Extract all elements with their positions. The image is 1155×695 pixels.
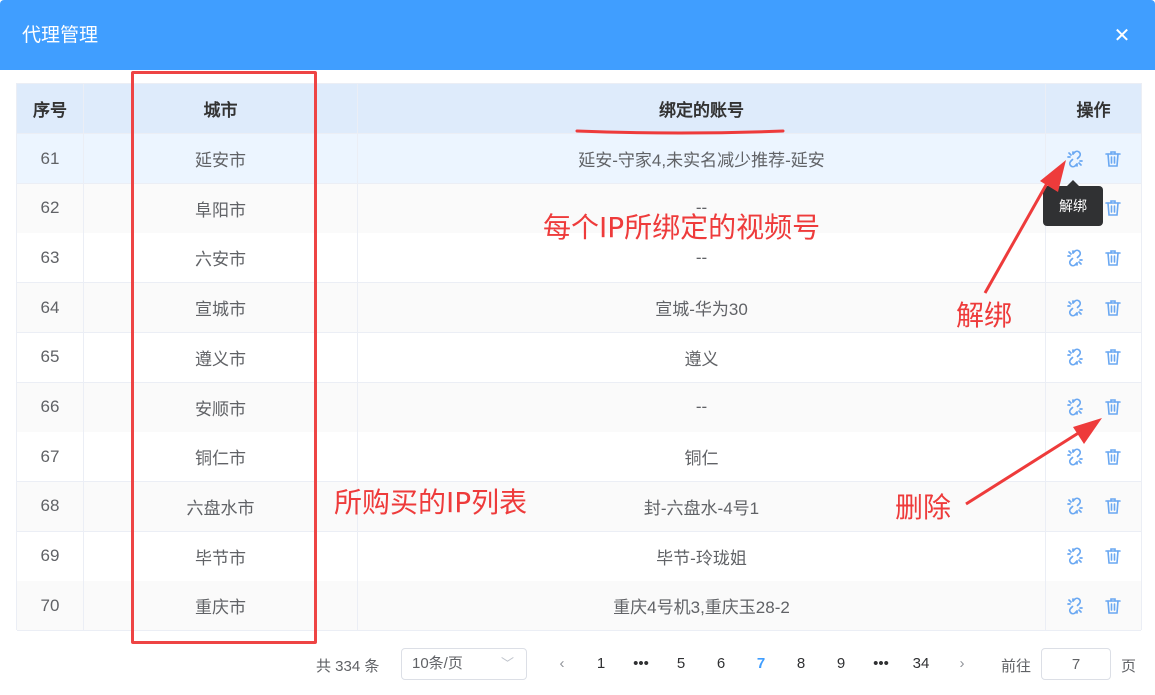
close-icon[interactable]: ✕ — [1110, 24, 1134, 48]
annotation-delete: 删除 — [895, 491, 952, 524]
cell-actions — [1045, 481, 1141, 531]
cell-bound-account: -- — [357, 382, 1045, 432]
page-unit-label: 页 — [1121, 658, 1137, 675]
trash-icon[interactable] — [1103, 248, 1123, 268]
cell-actions — [1045, 531, 1141, 581]
unlink-icon[interactable] — [1065, 298, 1085, 318]
page-number-button[interactable]: 9 — [826, 648, 856, 680]
next-page-button[interactable]: › — [947, 648, 977, 680]
cell-actions — [1045, 432, 1141, 482]
header-index: 序号 — [33, 101, 67, 120]
cell-bound-account: 毕节-玲珑姐 — [357, 531, 1045, 581]
trash-icon[interactable] — [1103, 347, 1123, 367]
page-number-button[interactable]: 34 — [906, 648, 936, 680]
page-size-value: 10条/页 — [412, 655, 463, 672]
goto-page-input[interactable] — [1041, 648, 1111, 680]
cell-index: 63 — [40, 247, 60, 267]
unlink-icon[interactable] — [1065, 496, 1085, 516]
cell-index: 67 — [40, 446, 60, 466]
annotation-bound-account: 每个IP所绑定的视频号 — [543, 211, 821, 244]
trash-icon[interactable] — [1103, 198, 1123, 218]
dialog-title: 代理管理 — [22, 25, 99, 46]
page-number-button[interactable]: 5 — [666, 648, 696, 680]
cell-index: 61 — [40, 148, 60, 168]
page-number-button[interactable]: 8 — [786, 648, 816, 680]
trash-icon[interactable] — [1103, 447, 1123, 467]
pagination: 共 334 条 10条/页 ﹀ ‹ 1 ••• 56789 ••• 34 › 前往 页 — [0, 640, 1155, 690]
cell-bound-account: 遵义 — [357, 332, 1045, 382]
page-number-button[interactable]: 1 — [586, 648, 616, 680]
unbind-tooltip: 解绑 — [1043, 180, 1103, 226]
cell-actions — [1045, 382, 1141, 432]
trash-icon[interactable] — [1103, 496, 1123, 516]
annotation-ip-list: 所购买的IP列表 — [334, 486, 528, 519]
prev-page-button[interactable]: ‹ — [547, 648, 577, 680]
unlink-icon[interactable] — [1065, 397, 1085, 417]
trash-icon[interactable] — [1103, 149, 1123, 169]
cell-bound-account: 重庆4号机3,重庆玉28-2 — [357, 581, 1045, 631]
cell-index: 69 — [40, 546, 60, 566]
page-number-button[interactable]: 7 — [746, 648, 776, 680]
chevron-down-icon: ﹀ — [500, 656, 514, 671]
trash-icon[interactable] — [1103, 298, 1123, 318]
unlink-icon[interactable] — [1065, 447, 1085, 467]
trash-icon[interactable] — [1103, 596, 1123, 616]
page-size-select[interactable]: 10条/页 ﹀ — [401, 648, 527, 680]
unlink-icon[interactable] — [1065, 546, 1085, 566]
trash-icon[interactable] — [1103, 546, 1123, 566]
unlink-icon[interactable] — [1065, 248, 1085, 268]
goto-label: 前往 — [1001, 658, 1032, 675]
unlink-icon[interactable] — [1065, 347, 1085, 367]
pagination-total: 共 334 条 — [316, 658, 380, 675]
cell-actions — [1045, 134, 1141, 183]
header-bound-account: 绑定的账号 — [357, 84, 1045, 133]
more-pages-button[interactable]: ••• — [626, 648, 656, 680]
more-pages-button[interactable]: ••• — [866, 648, 896, 680]
trash-icon[interactable] — [1103, 397, 1123, 417]
cell-bound-account: 宣城-华为30 — [357, 283, 1045, 333]
cell-index: 62 — [40, 198, 60, 218]
cell-bound-account: 铜仁 — [357, 432, 1045, 482]
dialog-header: 代理管理 ✕ — [0, 0, 1155, 70]
cell-actions — [1045, 332, 1141, 382]
cell-bound-account: 延安-守家4,未实名减少推荐-延安 — [357, 134, 1045, 183]
cell-index: 66 — [40, 397, 60, 416]
cell-index: 64 — [40, 297, 60, 317]
page-number-button[interactable]: 6 — [706, 648, 736, 680]
cell-actions — [1045, 581, 1141, 631]
annotation-unbind: 解绑 — [956, 299, 1013, 332]
cell-index: 65 — [40, 347, 60, 367]
cell-index: 68 — [40, 496, 60, 516]
ip-list-highlight-box — [131, 71, 317, 644]
unlink-icon[interactable] — [1065, 149, 1085, 169]
cell-index: 70 — [40, 595, 60, 615]
header-actions: 操作 — [1045, 84, 1141, 133]
proxy-management-dialog: 代理管理 ✕ 序号 城市 绑定的账号 操作 61 延安市 延安-守家4,未实名减少推… — [0, 0, 1155, 695]
cell-actions — [1045, 283, 1141, 333]
cell-actions — [1045, 233, 1141, 283]
unlink-icon[interactable] — [1065, 596, 1085, 616]
